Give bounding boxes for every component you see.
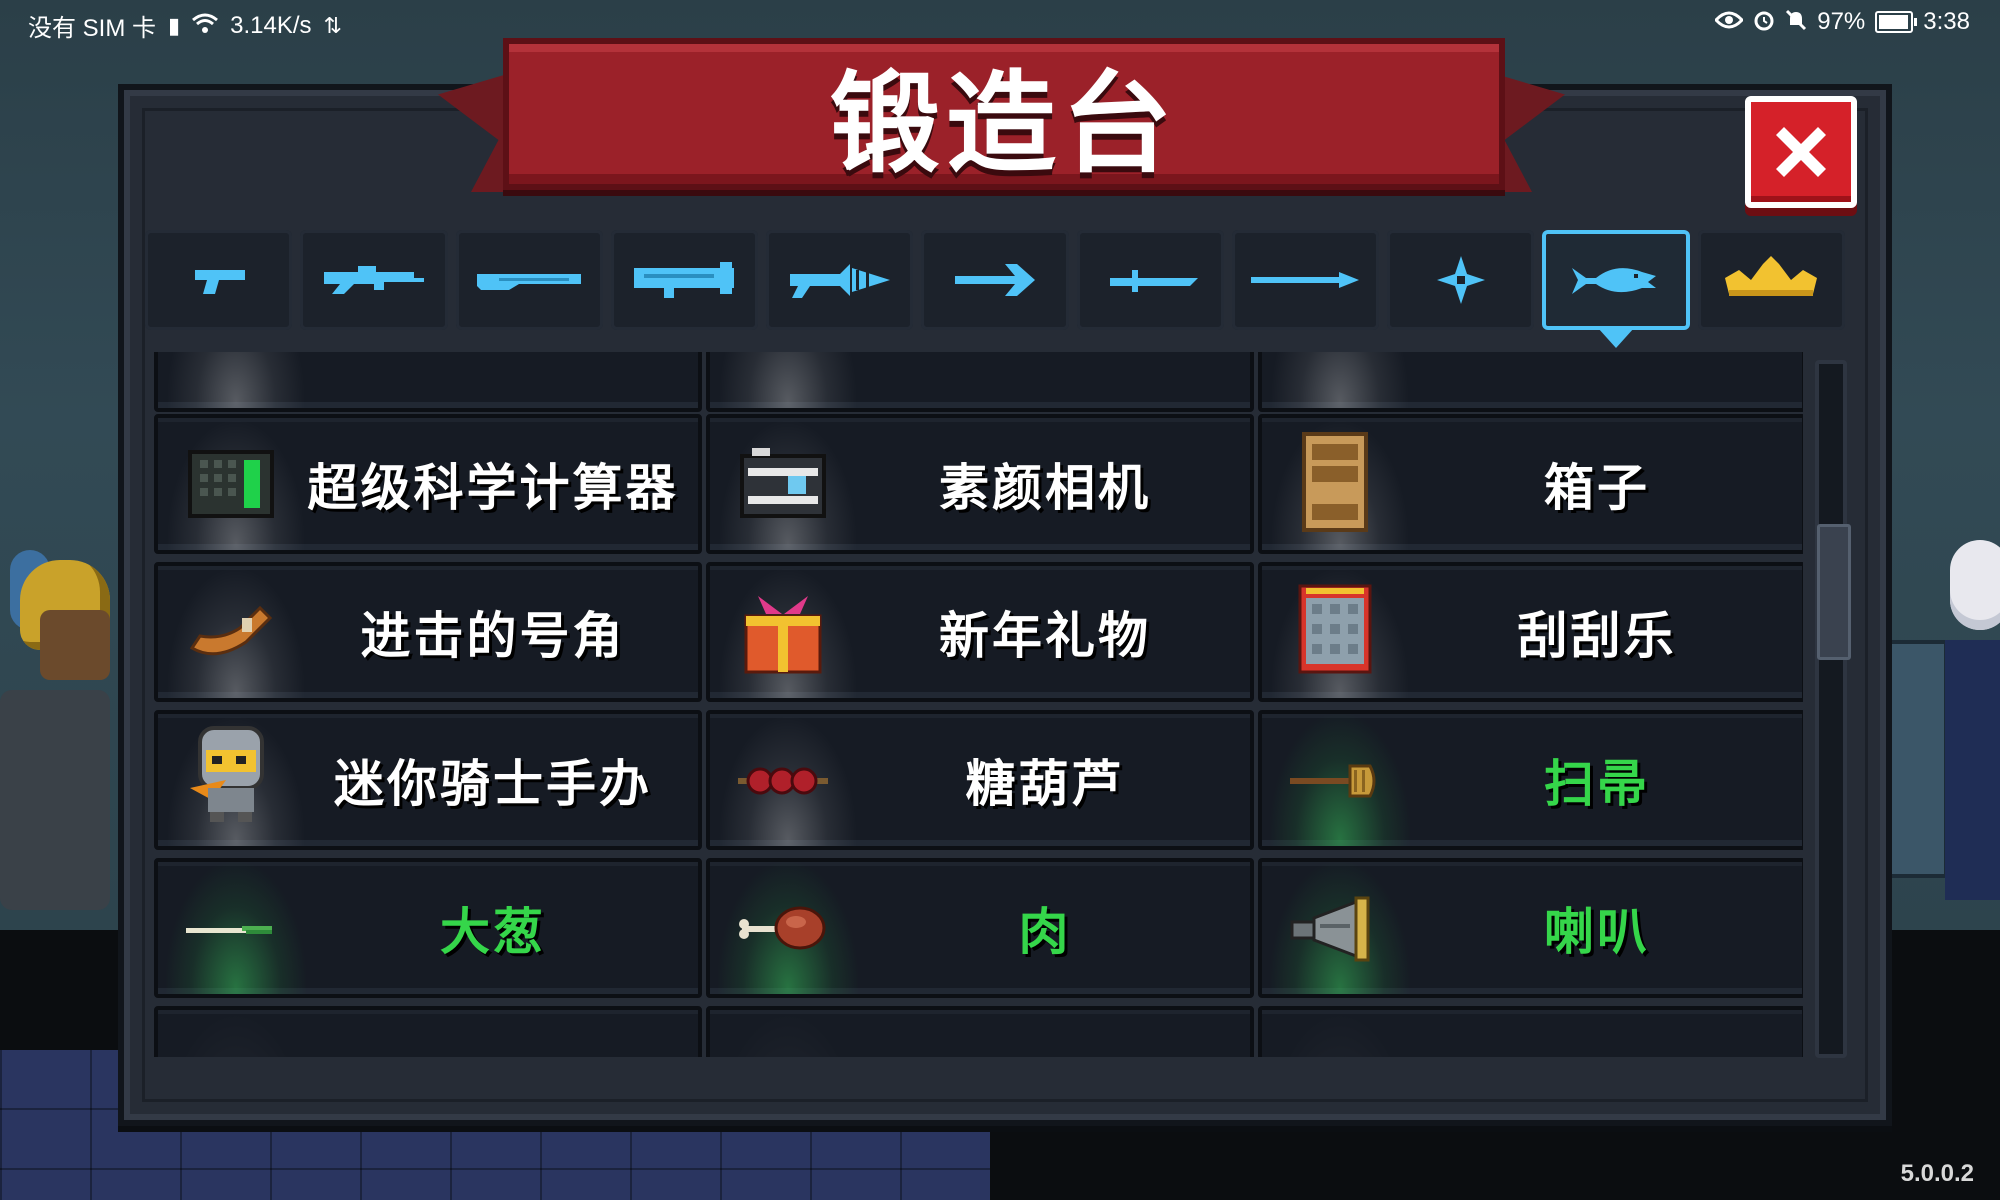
fish-icon	[1572, 268, 1657, 294]
item-label: 进击的号角	[360, 607, 626, 665]
spear-icon	[1251, 272, 1360, 288]
item-cell[interactable]: 箱子	[1258, 414, 1803, 554]
broom-icon	[1290, 764, 1376, 798]
gift-icon	[744, 596, 822, 674]
bow-icon	[954, 264, 1035, 296]
wifi-icon	[192, 12, 219, 39]
carrier-text: 没有 SIM 卡	[28, 15, 157, 42]
rifle-icon	[323, 266, 424, 294]
tab-fish[interactable]	[1542, 230, 1690, 348]
camera-icon	[740, 448, 826, 518]
item-cell-hidden-bottom-1[interactable]	[154, 1006, 702, 1057]
calculator-icon	[188, 450, 274, 518]
shuriken-icon	[1436, 256, 1485, 304]
item-label: 扫帚	[1544, 755, 1650, 813]
item-cell[interactable]: 刮刮乐	[1258, 562, 1803, 702]
laser-gun-icon	[789, 264, 890, 298]
sim-alert-icon: ▮	[168, 12, 181, 38]
item-label: 箱子	[1544, 459, 1650, 517]
item-cell[interactable]: 糖葫芦	[706, 710, 1254, 850]
item-cell[interactable]: 喇叭	[1258, 858, 1803, 998]
data-icon: ⇅	[323, 12, 342, 38]
scrollbar-thumb[interactable]	[1817, 524, 1851, 660]
tab-spear[interactable]	[1231, 230, 1380, 330]
item-label: 肉	[1018, 903, 1072, 961]
launcher-icon	[634, 262, 735, 298]
item-cell[interactable]: 扫帚	[1258, 710, 1803, 850]
category-tabs	[145, 230, 1845, 348]
shotgun-icon	[477, 274, 582, 290]
knight-figure-icon	[190, 726, 264, 822]
item-cell-hidden-bottom-3[interactable]	[1258, 1006, 1803, 1057]
meat-icon	[739, 906, 826, 950]
tab-bow[interactable]	[921, 230, 1069, 330]
scratch-card-icon	[1298, 584, 1372, 674]
item-list-scrollbar[interactable]	[1815, 360, 1851, 1058]
item-cell[interactable]: 新年礼物	[706, 562, 1254, 702]
battery-fill	[1879, 15, 1909, 29]
alarm-icon	[1753, 9, 1775, 36]
item-cell[interactable]: 肉	[706, 858, 1254, 998]
tab-shotgun[interactable]	[455, 230, 603, 330]
tab-crown[interactable]	[1697, 230, 1845, 330]
item-cell-hidden-top-1[interactable]	[154, 352, 702, 412]
mute-icon	[1785, 9, 1807, 36]
battery-percent: 97%	[1817, 8, 1866, 35]
clock: 3:38	[1923, 8, 1970, 35]
item-cell[interactable]: 进击的号角	[154, 562, 702, 702]
item-label: 迷你骑士手办	[334, 755, 652, 813]
selected-tab-indicator	[1598, 328, 1635, 348]
item-cell-hidden-bottom-2[interactable]	[706, 1006, 1254, 1057]
cabinet-icon	[1302, 432, 1368, 532]
battery-icon	[1875, 11, 1918, 33]
eye-icon	[1714, 10, 1745, 35]
version-label: 5.0.0.2	[1900, 1160, 1974, 1187]
title-ribbon: 锻造台	[503, 38, 1505, 190]
item-cell[interactable]: 超级科学计算器	[154, 414, 702, 554]
item-cell[interactable]: 大葱	[154, 858, 702, 998]
crown-icon	[1725, 256, 1818, 296]
tab-sword[interactable]	[1076, 230, 1224, 330]
background-character-right	[1945, 540, 2000, 920]
sword-icon	[1110, 270, 1199, 292]
item-label: 大葱	[440, 903, 546, 961]
item-cell[interactable]: 迷你骑士手办	[154, 710, 702, 850]
item-label: 喇叭	[1544, 903, 1650, 961]
tab-pistol[interactable]	[145, 230, 293, 330]
close-icon	[1776, 127, 1826, 177]
close-button[interactable]	[1745, 96, 1857, 208]
item-label: 新年礼物	[939, 607, 1151, 665]
item-cell[interactable]: 素颜相机	[706, 414, 1254, 554]
item-cell-hidden-top-3[interactable]	[1258, 352, 1803, 412]
pistol-icon	[194, 270, 245, 294]
item-cell-hidden-top-2[interactable]	[706, 352, 1254, 412]
horn-icon	[189, 605, 273, 656]
item-label: 糖葫芦	[965, 755, 1125, 813]
item-label: 素颜相机	[939, 459, 1151, 517]
item-label: 刮刮乐	[1517, 607, 1677, 665]
tab-rifle[interactable]	[300, 230, 448, 330]
leek-icon	[186, 926, 272, 934]
background-character-left	[0, 540, 120, 920]
item-label: 超级科学计算器	[307, 459, 679, 517]
tab-laser-gun[interactable]	[766, 230, 914, 330]
candied-haws-icon	[738, 767, 828, 795]
tab-launcher[interactable]	[610, 230, 759, 330]
network-speed: 3.14K/s	[230, 11, 312, 39]
page-title: 锻造台	[830, 60, 1178, 188]
item-grid: 超级科学计算器 素颜相机 箱子 进击的号角 新年礼物 刮刮乐 迷你骑士手办 糖葫…	[148, 352, 1803, 1057]
tab-shuriken[interactable]	[1387, 230, 1535, 330]
megaphone-icon	[1290, 896, 1370, 962]
